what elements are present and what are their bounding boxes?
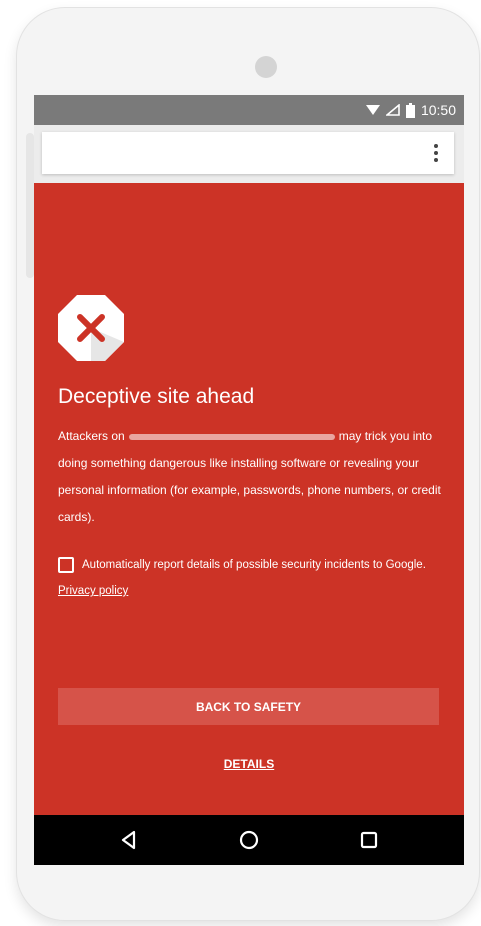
front-camera (255, 56, 277, 78)
warning-description: Attackers on may trick you into doing som… (58, 423, 448, 531)
wifi-icon (365, 105, 380, 115)
report-label: Automatically report details of possible… (82, 559, 426, 571)
details-link[interactable]: DETAILS (34, 757, 464, 771)
privacy-policy-link[interactable]: Privacy policy (58, 585, 128, 597)
navigation-bar (34, 815, 464, 865)
redacted-url (128, 433, 335, 440)
status-bar: 10:50 (34, 95, 464, 125)
home-circle-icon[interactable] (237, 828, 261, 852)
warning-title: Deceptive site ahead (58, 385, 255, 408)
signal-icon (385, 104, 400, 116)
battery-icon (405, 102, 415, 118)
overflow-menu-icon[interactable] (434, 144, 438, 162)
report-option: Automatically report details of possible… (58, 552, 448, 604)
back-to-safety-button[interactable]: BACK TO SAFETY (58, 688, 439, 725)
warning-text-suffix: may trick you into doing something dange… (58, 429, 441, 524)
browser-toolbar (34, 125, 464, 183)
recents-square-icon[interactable] (357, 828, 381, 852)
close-icon (58, 295, 124, 361)
back-triangle-icon[interactable] (117, 828, 141, 852)
address-bar[interactable] (42, 132, 454, 174)
phone-screen: 10:50 Deceptive site ahead Attackers on m… (34, 95, 464, 865)
report-checkbox[interactable] (58, 557, 74, 573)
status-time: 10:50 (420, 102, 456, 118)
warning-text-prefix: Attackers on (58, 429, 125, 443)
side-button (26, 133, 34, 278)
